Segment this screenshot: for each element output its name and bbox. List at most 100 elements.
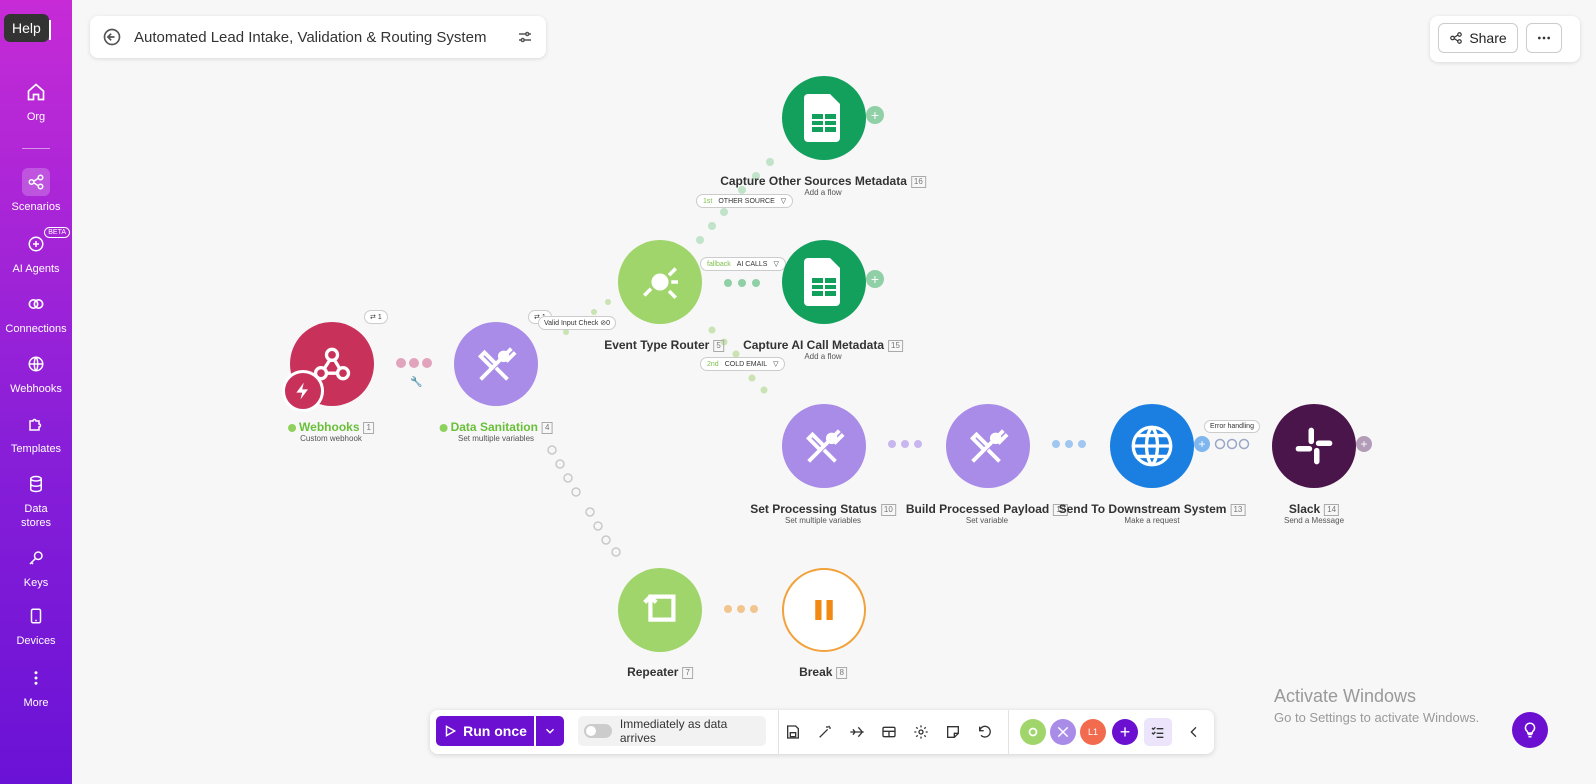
router-shortcut-icon[interactable] xyxy=(1020,719,1046,745)
sidebar-item-keys[interactable]: Keys xyxy=(0,544,72,590)
filter-cold-email[interactable]: 2nd COLD EMAIL ▽ xyxy=(700,357,786,371)
sidebar-item-more[interactable]: More xyxy=(0,664,72,710)
add-module-button[interactable]: + xyxy=(866,106,884,124)
connector-payload-downstream[interactable] xyxy=(1052,440,1086,448)
magic-wand-icon[interactable] xyxy=(815,722,835,742)
gear-icon[interactable] xyxy=(911,722,931,742)
globe-icon xyxy=(1131,425,1173,467)
slack-icon xyxy=(1295,427,1333,465)
add-module-button[interactable]: + xyxy=(866,270,884,288)
scenario-title-card: Automated Lead Intake, Validation & Rout… xyxy=(90,16,546,58)
database-icon xyxy=(30,475,42,493)
schedule-setting[interactable]: Immediately as data arrives xyxy=(578,716,766,746)
layout-icon[interactable] xyxy=(879,722,899,742)
tools-shortcut-icon[interactable] xyxy=(1050,719,1076,745)
lightbulb-help-button[interactable] xyxy=(1512,712,1548,748)
trigger-badge xyxy=(282,370,324,412)
event-type-router-module[interactable] xyxy=(618,240,702,324)
toolbar-divider xyxy=(778,710,779,754)
save-icon[interactable] xyxy=(783,722,803,742)
connector-proc-payload[interactable] xyxy=(888,440,922,448)
build-payload-label: Build Processed Payload 12 xyxy=(906,502,1069,516)
sidebar-item-data-stores[interactable]: Data stores xyxy=(0,470,72,530)
add-module-button[interactable]: + xyxy=(1356,436,1372,452)
capture-other-label: Capture Other Sources Metadata 16 xyxy=(720,174,926,188)
google-sheets-icon xyxy=(804,94,840,142)
sidebar-item-connections[interactable]: Connections xyxy=(0,290,72,336)
toolbar-divider xyxy=(1008,710,1009,754)
link-icon xyxy=(28,299,44,309)
valid-input-filter[interactable]: Valid Input Check ⊘0 xyxy=(538,316,617,330)
sidebar-item-devices[interactable]: Devices xyxy=(0,602,72,648)
chevron-down-icon xyxy=(545,728,555,734)
settings-sliders-icon[interactable] xyxy=(516,28,534,46)
sidebar-item-label: Keys xyxy=(23,577,49,589)
dots-horizontal-icon xyxy=(1538,36,1550,40)
sidebar: Help Org Scenarios BETA AI Agents Connec… xyxy=(0,0,72,784)
capture-ai-call-module[interactable] xyxy=(782,240,866,324)
l1-shortcut-icon[interactable]: L1 xyxy=(1080,719,1106,745)
bottom-toolbar: Run once Immediately as data arrives L1 … xyxy=(430,710,1214,754)
scenario-title[interactable]: Automated Lead Intake, Validation & Rout… xyxy=(134,29,516,46)
sidebar-item-org[interactable]: Org xyxy=(0,78,72,124)
home-icon xyxy=(27,83,45,101)
repeat-icon xyxy=(643,594,676,622)
sidebar-item-label: Data xyxy=(24,503,48,515)
webhooks-sublabel: Custom webhook xyxy=(300,434,362,443)
set-processing-status-module[interactable] xyxy=(782,404,866,488)
filter-ai-calls[interactable]: fallback AI CALLS ▽ xyxy=(700,257,786,271)
filter-other-source[interactable]: 1st OTHER SOURCE ▽ xyxy=(696,194,794,208)
data-sanitation-module[interactable] xyxy=(454,322,538,406)
activate-windows-watermark: Activate Windows Go to Settings to activ… xyxy=(1274,686,1480,725)
share-button[interactable]: Share xyxy=(1438,23,1518,53)
add-module-button[interactable]: + xyxy=(1194,436,1210,452)
connector-error-handler[interactable] xyxy=(1214,438,1250,450)
back-arrow-icon[interactable] xyxy=(102,27,122,47)
capture-ai-label: Capture AI Call Metadata 15 xyxy=(743,338,903,352)
lightbulb-icon xyxy=(1524,722,1536,738)
note-icon[interactable] xyxy=(943,722,963,742)
connector-repeater-break[interactable] xyxy=(724,605,758,613)
error-handling-tag[interactable]: Error handling xyxy=(1204,420,1260,433)
connector-sanitation-repeater[interactable] xyxy=(547,445,621,557)
dots-vertical-icon xyxy=(34,671,38,685)
more-options-button[interactable] xyxy=(1526,23,1562,53)
sidebar-item-label: Org xyxy=(26,111,46,123)
sidebar-item-ai-agents[interactable]: BETA AI Agents xyxy=(0,227,72,276)
airplane-icon[interactable] xyxy=(847,722,867,742)
repeater-label: Repeater 7 xyxy=(627,665,693,679)
top-right-actions: Share xyxy=(1430,16,1580,62)
slack-sublabel: Send a Message xyxy=(1283,516,1345,525)
sidebar-item-webhooks[interactable]: Webhooks xyxy=(0,350,72,396)
capture-ai-sublabel: Add a flow xyxy=(804,352,842,361)
sidebar-item-label: Scenarios xyxy=(11,201,61,213)
connector-router-ai[interactable] xyxy=(724,279,760,287)
capture-other-sources-module[interactable] xyxy=(782,76,866,160)
checklist-icon[interactable] xyxy=(1144,718,1172,746)
sidebar-item-label-line2: stores xyxy=(21,517,51,529)
set-processing-label: Set Processing Status 10 xyxy=(750,502,896,516)
run-options-dropdown[interactable] xyxy=(536,716,564,746)
send-downstream-label: Send To Downstream System 13 xyxy=(1059,502,1246,516)
add-icon[interactable]: + xyxy=(1112,719,1138,745)
run-once-button[interactable]: Run once xyxy=(436,716,534,746)
schedule-toggle[interactable] xyxy=(584,724,612,738)
puzzle-icon xyxy=(29,418,42,431)
help-tooltip[interactable]: Help xyxy=(4,14,51,42)
break-module[interactable] xyxy=(782,568,866,652)
undo-icon[interactable] xyxy=(975,722,995,742)
sidebar-item-label: Connections xyxy=(5,323,67,335)
key-icon xyxy=(29,551,43,565)
operations-badge: ⇄ 1 xyxy=(364,310,388,324)
sidebar-item-scenarios[interactable]: Scenarios xyxy=(0,168,72,214)
ai-agent-icon xyxy=(28,236,44,252)
google-sheets-icon xyxy=(804,258,840,306)
connector-webhook-sanitation[interactable] xyxy=(396,358,432,368)
build-processed-payload-module[interactable] xyxy=(946,404,1030,488)
wrench-icon[interactable]: 🔧 xyxy=(410,375,422,388)
send-downstream-module[interactable] xyxy=(1110,404,1194,488)
chevron-left-icon[interactable] xyxy=(1184,722,1204,742)
sidebar-item-templates[interactable]: Templates xyxy=(0,410,72,456)
slack-module[interactable] xyxy=(1272,404,1356,488)
repeater-module[interactable] xyxy=(618,568,702,652)
